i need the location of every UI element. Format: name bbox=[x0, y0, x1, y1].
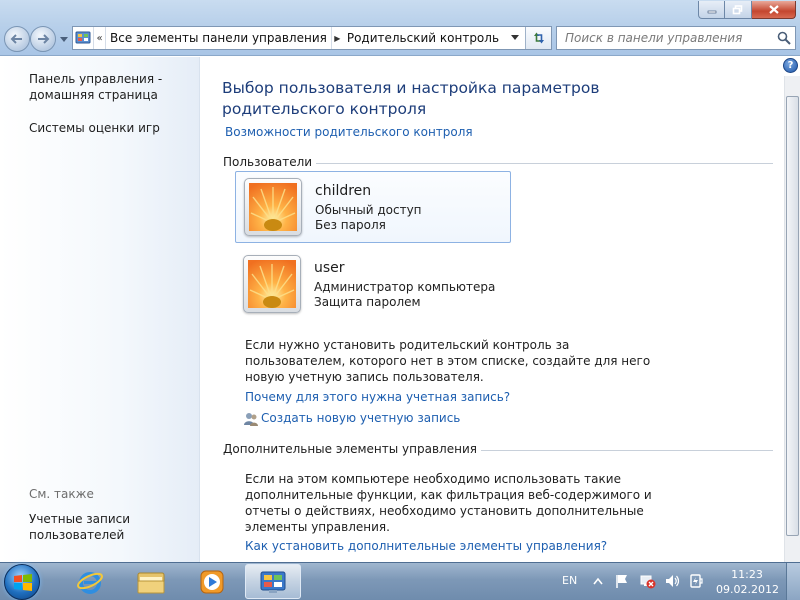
additional-controls-section-header: Дополнительные элементы управления bbox=[223, 442, 773, 456]
breadcrumb-separator-icon[interactable]: ▶ bbox=[330, 27, 343, 49]
user-tile-children[interactable]: children Обычный доступ Без пароля bbox=[235, 171, 511, 243]
search-icon[interactable] bbox=[773, 31, 795, 45]
show-hidden-icons-icon[interactable] bbox=[590, 573, 606, 589]
help-icon[interactable]: ? bbox=[783, 58, 798, 73]
minimize-icon bbox=[707, 10, 716, 13]
control-panel-icon bbox=[260, 571, 286, 593]
internet-explorer-icon bbox=[77, 571, 103, 594]
user-password-status: Без пароля bbox=[315, 218, 386, 232]
address-history-dropdown[interactable] bbox=[505, 27, 525, 49]
refresh-icon bbox=[533, 32, 544, 44]
users-icon bbox=[243, 411, 259, 430]
volume-icon[interactable] bbox=[664, 573, 680, 589]
additional-controls-label: Дополнительные элементы управления bbox=[223, 442, 477, 456]
arrow-right-icon bbox=[38, 34, 50, 44]
start-button[interactable] bbox=[4, 564, 40, 600]
users-section-header: Пользователи bbox=[223, 155, 773, 169]
system-clock[interactable]: 11:23 09.02.2012 bbox=[716, 567, 779, 597]
user-name: user bbox=[314, 260, 345, 276]
address-overflow-button[interactable]: « bbox=[93, 27, 106, 49]
arrow-left-icon bbox=[10, 34, 22, 44]
network-disconnected-icon[interactable] bbox=[640, 573, 656, 589]
create-account-link[interactable]: Создать новую учетную запись bbox=[261, 411, 460, 425]
close-icon bbox=[768, 5, 779, 14]
chevron-down-icon bbox=[60, 37, 68, 42]
folder-icon bbox=[137, 572, 165, 593]
navigation-row: « Все элементы панели управления ▶ Родит… bbox=[0, 26, 800, 52]
back-button[interactable] bbox=[4, 26, 30, 52]
flower-avatar-icon bbox=[248, 260, 296, 308]
section-divider bbox=[316, 162, 773, 164]
restore-icon bbox=[732, 4, 743, 14]
flower-avatar-icon bbox=[249, 183, 297, 231]
user-tile-user[interactable]: user Администратор компьютера Защита пар… bbox=[235, 249, 511, 321]
clock-date: 09.02.2012 bbox=[716, 583, 779, 596]
chevron-down-icon bbox=[511, 35, 519, 40]
show-desktop-button[interactable] bbox=[786, 563, 800, 600]
maximize-button[interactable] bbox=[725, 1, 752, 19]
search-box[interactable] bbox=[556, 26, 796, 50]
refresh-button[interactable] bbox=[525, 27, 551, 49]
recent-pages-dropdown[interactable] bbox=[59, 35, 69, 45]
users-section-label: Пользователи bbox=[223, 155, 313, 169]
why-account-needed-link[interactable]: Почему для этого нужна учетная запись? bbox=[245, 390, 510, 404]
windows-logo-icon bbox=[14, 574, 32, 591]
address-bar[interactable]: « Все элементы панели управления ▶ Родит… bbox=[72, 26, 552, 50]
parental-controls-features-link[interactable]: Возможности родительского контроля bbox=[225, 125, 473, 139]
game-ratings-link[interactable]: Системы оценки игр bbox=[29, 120, 189, 136]
control-panel-icon bbox=[73, 27, 93, 49]
taskbar-internet-explorer[interactable] bbox=[62, 564, 118, 599]
avatar bbox=[244, 178, 302, 236]
taskbar: EN 11:23 09.02.2012 bbox=[0, 562, 800, 600]
control-panel-home-link[interactable]: Панель управления - домашняя страница bbox=[29, 71, 189, 103]
search-input[interactable] bbox=[565, 31, 773, 45]
user-role: Администратор компьютера bbox=[314, 280, 496, 294]
user-name: children bbox=[315, 183, 372, 199]
content-pane: Выбор пользователя и настройка параметро… bbox=[201, 57, 783, 562]
media-player-icon bbox=[200, 570, 224, 593]
taskbar-media-player[interactable] bbox=[184, 564, 240, 599]
taskbar-control-panel[interactable] bbox=[245, 564, 301, 599]
additional-controls-hint: Если на этом компьютере необходимо испол… bbox=[245, 472, 652, 534]
vertical-scrollbar[interactable] bbox=[784, 76, 800, 562]
clock-time: 11:23 bbox=[731, 568, 763, 581]
window-controls bbox=[698, 1, 796, 19]
minimize-button[interactable] bbox=[698, 1, 725, 19]
scrollbar-thumb[interactable] bbox=[786, 96, 799, 536]
avatar bbox=[243, 255, 301, 313]
action-center-flag-icon[interactable] bbox=[614, 573, 630, 589]
forward-button[interactable] bbox=[30, 26, 56, 52]
user-password-status: Защита паролем bbox=[314, 295, 421, 309]
breadcrumb-parental-controls[interactable]: Родительский контроль bbox=[343, 27, 503, 49]
breadcrumb-all-items[interactable]: Все элементы панели управления bbox=[106, 27, 331, 49]
user-role: Обычный доступ bbox=[315, 203, 422, 217]
power-icon[interactable] bbox=[688, 573, 704, 589]
task-pane: Панель управления - домашняя страница Си… bbox=[0, 57, 200, 562]
close-button[interactable] bbox=[752, 1, 796, 19]
user-accounts-link[interactable]: Учетные записи пользователей bbox=[29, 511, 189, 543]
title-bar: « Все элементы панели управления ▶ Родит… bbox=[0, 0, 800, 56]
see-also-label: См. также bbox=[29, 487, 94, 501]
language-indicator[interactable]: EN bbox=[562, 574, 577, 587]
taskbar-windows-explorer[interactable] bbox=[123, 564, 179, 599]
page-title: Выбор пользователя и настройка параметро… bbox=[222, 79, 600, 118]
section-divider bbox=[480, 449, 773, 451]
create-account-hint: Если нужно установить родительский контр… bbox=[245, 338, 651, 384]
install-additional-controls-link[interactable]: Как установить дополнительные элементы у… bbox=[245, 539, 607, 553]
